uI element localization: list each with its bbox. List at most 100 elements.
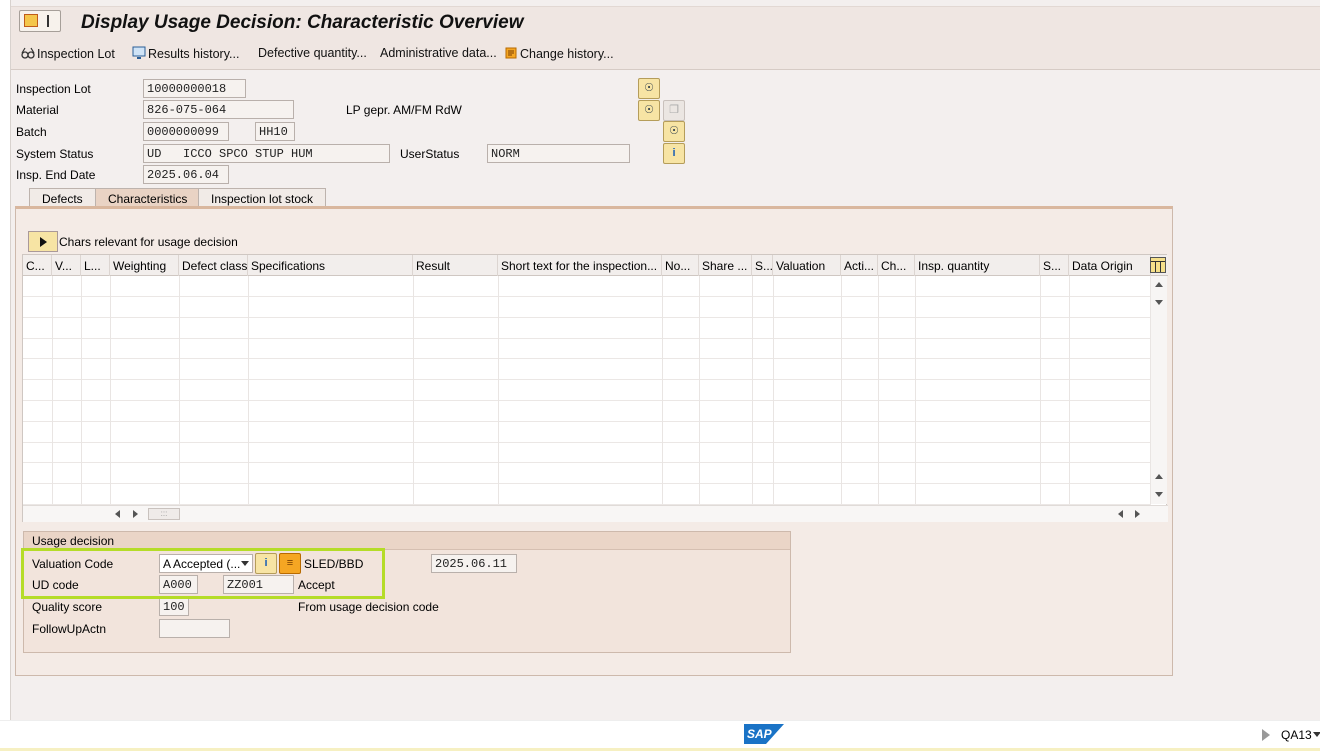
- sap-logo: SAP: [744, 724, 784, 744]
- column-header[interactable]: Weighting: [110, 255, 179, 276]
- column-divider: [52, 276, 53, 504]
- column-header[interactable]: V...: [52, 255, 81, 276]
- inspection-lot-display-icon[interactable]: ☉: [638, 78, 660, 99]
- column-header[interactable]: Valuation: [773, 255, 841, 276]
- scroll-thumb[interactable]: :::: [148, 508, 180, 520]
- scroll-right-icon[interactable]: [133, 510, 138, 518]
- highlight-box: [21, 548, 385, 599]
- transaction-code: QA13: [1281, 728, 1312, 742]
- table-row[interactable]: [23, 359, 1151, 381]
- column-divider: [81, 276, 82, 504]
- column-header[interactable]: Specifications: [248, 255, 413, 276]
- table-row[interactable]: [23, 338, 1151, 360]
- inspection-lot-field[interactable]: 10000000018: [143, 79, 246, 98]
- column-divider: [699, 276, 700, 504]
- column-header[interactable]: S...: [1040, 255, 1069, 276]
- sled-field[interactable]: 2025.06.11: [431, 554, 517, 573]
- column-header[interactable]: C...: [23, 255, 52, 276]
- triangle-right-icon: [40, 237, 47, 247]
- quality-score-field[interactable]: 100: [159, 597, 189, 616]
- status-expand-icon[interactable]: [1262, 729, 1270, 741]
- column-header[interactable]: Share ...: [699, 255, 752, 276]
- column-divider: [773, 276, 774, 504]
- table-row[interactable]: [23, 297, 1151, 318]
- column-header[interactable]: Short text for the inspection...: [498, 255, 662, 276]
- status-bar: SAP QA13: [0, 720, 1320, 751]
- sap-window: Display Usage Decision: Characteristic O…: [10, 0, 1320, 720]
- copy-icon[interactable]: ❐: [663, 100, 685, 121]
- batch-plant-field[interactable]: HH10: [255, 122, 295, 141]
- batch-label: Batch: [16, 125, 47, 139]
- column-divider: [1040, 276, 1041, 504]
- column-divider: [752, 276, 753, 504]
- chevron-down-icon[interactable]: [1313, 732, 1320, 737]
- layout-settings-icon[interactable]: [1150, 257, 1166, 273]
- tab-inspection-lot-stock[interactable]: Inspection lot stock: [198, 188, 327, 208]
- system-status-field[interactable]: UD ICCO SPCO STUP HUM: [143, 144, 390, 163]
- table-row[interactable]: [23, 401, 1151, 422]
- page-title: Display Usage Decision: Characteristic O…: [81, 12, 524, 33]
- column-divider: [1069, 276, 1070, 504]
- scroll-left-icon[interactable]: [115, 510, 120, 518]
- batch-display-icon[interactable]: ☉: [663, 121, 685, 142]
- insp-end-date-field[interactable]: 2025.06.04: [143, 165, 229, 184]
- scroll-left-icon[interactable]: [1118, 510, 1123, 518]
- column-header[interactable]: Insp. quantity: [915, 255, 1040, 276]
- column-header[interactable]: Result: [413, 255, 498, 276]
- table-row[interactable]: [23, 276, 1151, 297]
- title-bar: Display Usage Decision: Characteristic O…: [11, 6, 1320, 38]
- expand-toggle-button[interactable]: [28, 231, 58, 252]
- followup-action-label: FollowUpActn: [32, 622, 107, 636]
- material-display-icon[interactable]: ☉: [638, 100, 660, 121]
- results-history-button[interactable]: Results history...: [132, 46, 239, 61]
- scroll-up-icon[interactable]: [1155, 282, 1163, 287]
- table-header: C... V... L... Weighting Defect class Sp…: [23, 255, 1168, 276]
- tab-defects[interactable]: Defects: [29, 188, 96, 208]
- table-row[interactable]: [23, 422, 1151, 443]
- column-header[interactable]: S...: [752, 255, 773, 276]
- scroll-up-icon[interactable]: [1155, 474, 1163, 479]
- monitor-icon: [132, 46, 146, 59]
- column-divider: [413, 276, 414, 504]
- table-row[interactable]: [23, 442, 1151, 464]
- table-row[interactable]: [23, 318, 1151, 339]
- column-header[interactable]: Defect class: [179, 255, 248, 276]
- table-row[interactable]: [23, 380, 1151, 401]
- column-divider: [498, 276, 499, 504]
- scroll-right-icon[interactable]: [1135, 510, 1140, 518]
- material-label: Material: [16, 103, 59, 117]
- column-header[interactable]: Ch...: [878, 255, 915, 276]
- scroll-down-icon[interactable]: [1155, 300, 1163, 305]
- table-row[interactable]: [23, 463, 1151, 485]
- administrative-data-button[interactable]: Administrative data...: [380, 46, 497, 60]
- inspection-lot-button[interactable]: Inspection Lot: [21, 46, 115, 61]
- column-divider: [248, 276, 249, 504]
- user-status-field[interactable]: NORM: [487, 144, 630, 163]
- column-divider: [841, 276, 842, 504]
- column-header[interactable]: Data Origin: [1069, 255, 1151, 276]
- user-status-label: UserStatus: [400, 147, 460, 161]
- material-description: LP gepr. AM/FM RdW: [346, 103, 462, 117]
- column-divider: [878, 276, 879, 504]
- material-field[interactable]: 826-075-064: [143, 100, 294, 119]
- column-header[interactable]: Acti...: [841, 255, 878, 276]
- column-divider: [110, 276, 111, 504]
- column-header[interactable]: L...: [81, 255, 110, 276]
- tab-characteristics[interactable]: Characteristics: [95, 188, 201, 208]
- system-status-label: System Status: [16, 147, 94, 161]
- followup-action-field[interactable]: [159, 619, 230, 638]
- column-divider: [179, 276, 180, 504]
- horizontal-scrollbar[interactable]: :::: [23, 505, 1168, 522]
- info-icon[interactable]: i: [663, 143, 685, 164]
- batch-field[interactable]: 0000000099: [143, 122, 229, 141]
- column-header[interactable]: No...: [662, 255, 699, 276]
- change-history-button[interactable]: Change history...: [504, 46, 614, 61]
- insp-end-date-label: Insp. End Date: [16, 168, 96, 182]
- quality-score-label: Quality score: [32, 600, 103, 614]
- column-divider: [915, 276, 916, 504]
- scroll-down-icon[interactable]: [1155, 492, 1163, 497]
- table-row[interactable]: [23, 484, 1151, 505]
- defective-quantity-button[interactable]: Defective quantity...: [258, 46, 367, 60]
- menu-icon[interactable]: [19, 10, 61, 32]
- vertical-scrollbar[interactable]: [1151, 276, 1167, 504]
